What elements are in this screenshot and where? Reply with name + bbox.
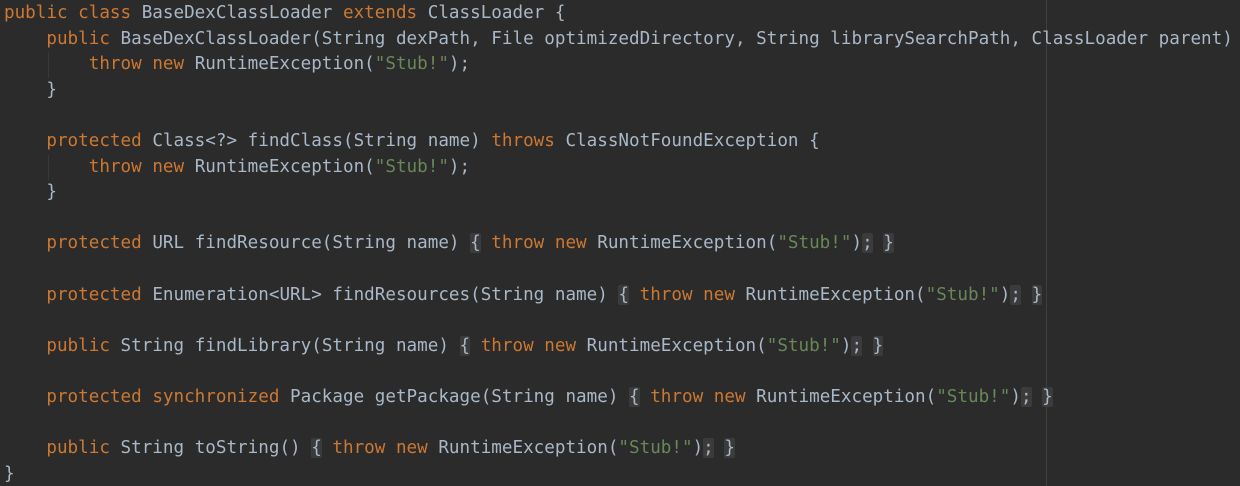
code-line[interactable]: throw new RuntimeException("Stub!"); <box>4 52 470 77</box>
code-line[interactable]: protected URL findResource(String name) … <box>4 231 894 256</box>
code-line[interactable]: protected Class<?> findClass(String name… <box>4 129 819 154</box>
code-line[interactable]: public String findLibrary(String name) {… <box>4 334 884 359</box>
code-line[interactable]: protected synchronized Package getPackag… <box>4 385 1053 410</box>
code-line[interactable]: } <box>4 180 57 205</box>
code-line[interactable]: protected Enumeration<URL> findResources… <box>4 283 1043 308</box>
code-line[interactable]: public class BaseDexClassLoader extends … <box>4 1 565 26</box>
code-line[interactable]: } <box>4 462 15 486</box>
code-line[interactable]: throw new RuntimeException("Stub!"); <box>4 155 470 180</box>
right-margin-guide <box>1046 0 1047 486</box>
code-editor[interactable]: public class BaseDexClassLoader extends … <box>0 0 1240 486</box>
code-line[interactable]: public String toString() { throw new Run… <box>4 436 735 461</box>
code-line[interactable]: public BaseDexClassLoader(String dexPath… <box>4 27 1240 52</box>
code-line[interactable]: } <box>4 78 57 103</box>
